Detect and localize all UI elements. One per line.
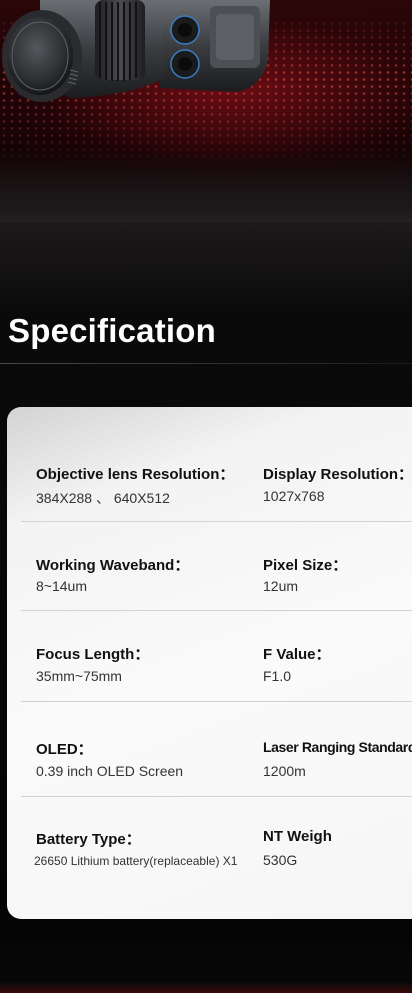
- spec-label: Objective lens Resolution：: [36, 466, 235, 483]
- spec-label: F Value：: [263, 646, 331, 663]
- spec-label: Pixel Size：: [263, 557, 348, 574]
- thermal-scope-image: [2, 0, 270, 102]
- spec-value: 530G: [263, 852, 298, 868]
- spec-value: 26650 Lithium battery(replaceable) X1: [34, 854, 238, 868]
- spec-label: Laser Ranging Standard: [263, 739, 412, 755]
- row-divider: [21, 701, 412, 702]
- section-title: Specification: [8, 312, 216, 349]
- spec-value: 0.39 inch OLED Screen: [36, 763, 184, 779]
- spec-value: 35mm~75mm: [36, 668, 122, 684]
- row-divider: [21, 796, 412, 797]
- row-divider: [21, 521, 412, 522]
- spec-value: 8~14um: [36, 578, 87, 594]
- next-section-edge: [0, 983, 412, 993]
- spec-label: NT Weigh: [263, 828, 332, 845]
- spec-value: 12um: [263, 578, 299, 594]
- row-divider: [21, 610, 412, 611]
- spec-label: Working Waveband：: [36, 557, 190, 574]
- spec-value: 1027x768: [263, 488, 325, 504]
- spec-label: Display Resolution：: [263, 466, 412, 483]
- title-divider: [0, 363, 412, 364]
- spec-value: 1200m: [263, 763, 306, 779]
- spec-label: Battery Type：: [36, 831, 141, 848]
- spec-label: OLED：: [36, 741, 93, 758]
- spec-value: F1.0: [263, 668, 292, 684]
- spec-label: Focus Length：: [36, 646, 150, 663]
- spec-card: Objective lens Resolution： 384X288 、 640…: [7, 407, 412, 919]
- hero-product-image: [0, 0, 412, 222]
- spec-value: 384X288 、 640X512: [36, 490, 170, 506]
